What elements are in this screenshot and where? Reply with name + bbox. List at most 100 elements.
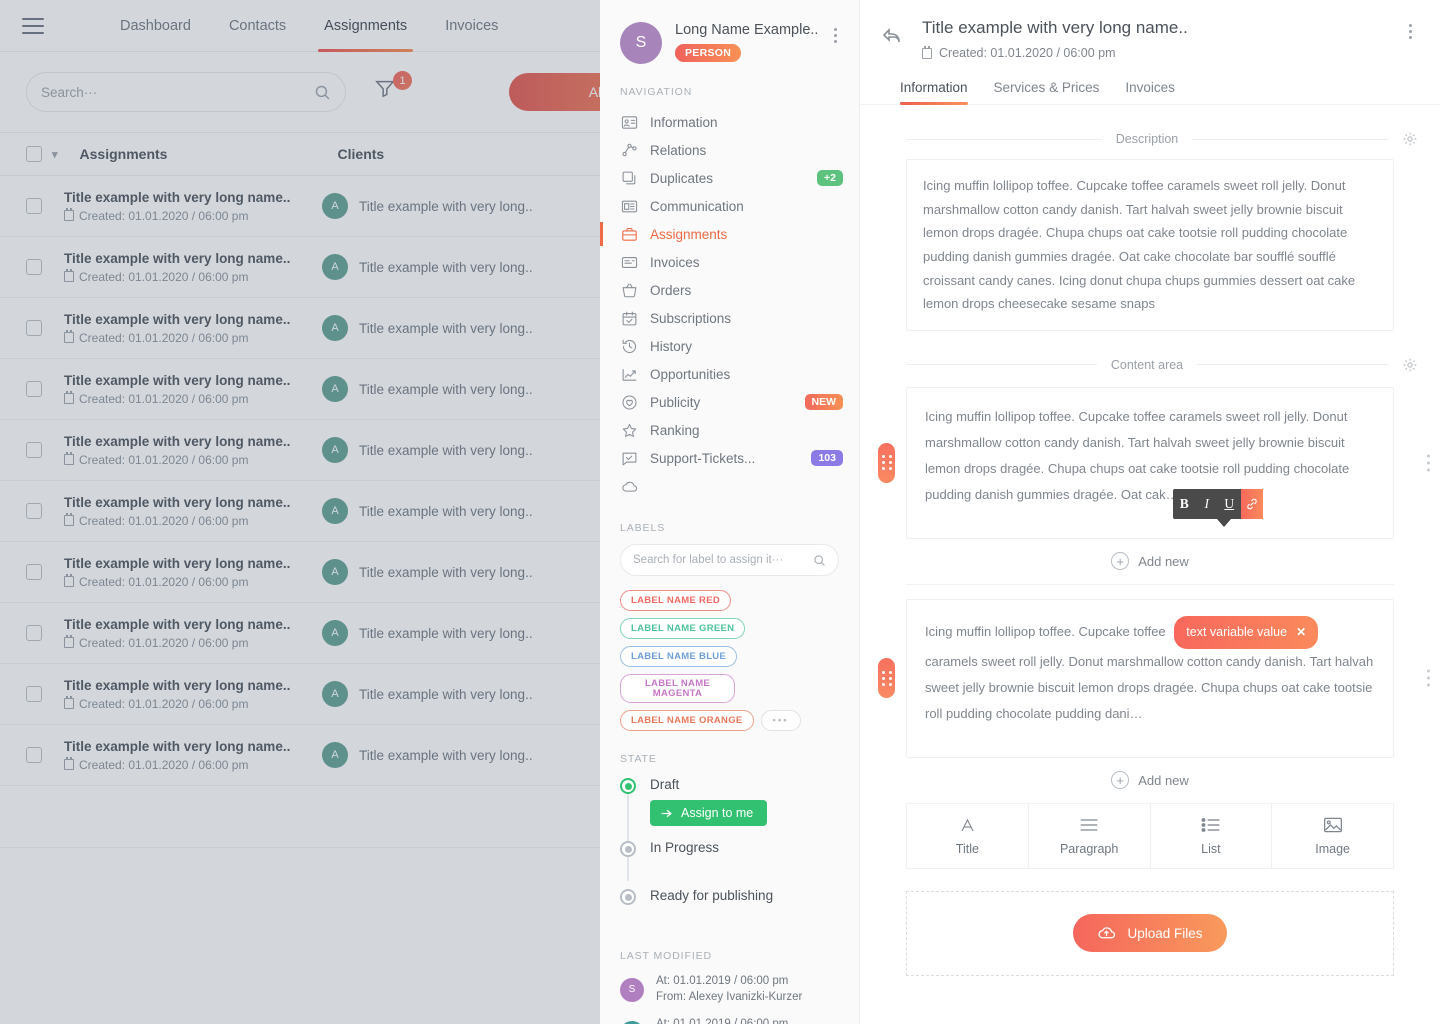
sidebar-item-label: Opportunities: [650, 366, 731, 382]
chart-up-icon: [620, 365, 638, 383]
sidebar-item-communication[interactable]: Communication: [600, 192, 859, 220]
label-chip[interactable]: LABEL NAME BLUE: [620, 646, 738, 667]
state-stepper: Draft Assign to me In Progress Ready for…: [600, 765, 859, 920]
block-type-label: List: [1201, 842, 1221, 857]
sidebar-item-label: Publicity: [650, 394, 701, 410]
divider: [906, 364, 1097, 366]
sidebar-item-badge: 103: [811, 450, 843, 466]
cloud-upload-icon: [1098, 927, 1116, 939]
description-text[interactable]: Icing muffin lollipop toffee. Cupcake to…: [906, 159, 1394, 331]
state-item-draft[interactable]: Draft Assign to me: [620, 777, 839, 826]
sidebar-item-ranking[interactable]: Ranking: [600, 416, 859, 444]
label-chip-more[interactable]: •••: [760, 710, 801, 731]
description-section-header: Description: [860, 131, 1440, 147]
sidebar-item-history[interactable]: History: [600, 332, 859, 360]
title-icon: [958, 815, 977, 835]
sidebar-item-label: Assignments: [650, 226, 728, 242]
label-chip[interactable]: LABEL NAME RED: [620, 590, 731, 611]
tab-information[interactable]: Information: [900, 80, 968, 105]
add-new-block-2[interactable]: + Add new: [906, 758, 1394, 804]
sidebar-item-information[interactable]: Information: [600, 108, 859, 136]
sidebar-item-relations[interactable]: Relations: [600, 136, 859, 164]
radio-selected-icon[interactable]: [620, 778, 636, 794]
modal-dim-overlay[interactable]: [0, 0, 600, 1024]
upload-dropzone[interactable]: Upload Files: [906, 890, 1394, 976]
cloud-icon: [620, 477, 638, 495]
label-chip[interactable]: LABEL NAME GREEN: [620, 618, 746, 639]
search-icon: [814, 554, 825, 566]
sidebar-item-assignments[interactable]: Assignments: [600, 220, 859, 248]
divider: [1192, 138, 1388, 140]
block-type-toolbar: Title Paragraph List Image: [906, 803, 1394, 869]
block-type-title[interactable]: Title: [907, 803, 1029, 868]
content-block-1-text[interactable]: Icing muffin lollipop toffee. Cupcake to…: [906, 386, 1394, 539]
sidebar-item-badge: +2: [817, 170, 843, 186]
tab-services-prices[interactable]: Services & Prices: [994, 80, 1100, 104]
state-item-in-progress[interactable]: In Progress: [620, 840, 839, 872]
assign-button-label: Assign to me: [681, 806, 754, 820]
content-block-1-menu-icon[interactable]: [1427, 454, 1430, 472]
back-arrow-icon[interactable]: [880, 23, 904, 47]
sidebar-more-menu-icon[interactable]: [827, 22, 843, 43]
label-chip[interactable]: LABEL NAME ORANGE: [620, 710, 754, 731]
description-section-title: Description: [1115, 132, 1179, 146]
block-type-image[interactable]: Image: [1272, 804, 1393, 868]
communication-icon: [620, 197, 638, 215]
upload-files-button[interactable]: Upload Files: [1073, 914, 1227, 953]
sidebar-item-label: History: [650, 338, 693, 354]
add-new-block-1[interactable]: + Add new: [906, 539, 1394, 585]
block-type-label: Title: [955, 842, 979, 857]
radio-icon[interactable]: [620, 841, 636, 857]
underline-button[interactable]: U: [1218, 489, 1241, 519]
content-block-2-text[interactable]: Icing muffin lollipop toffee. Cupcake to…: [906, 598, 1394, 758]
drag-handle[interactable]: [878, 442, 895, 483]
close-icon[interactable]: ✕: [1296, 620, 1306, 644]
modified-at: At: 01.01.2019 / 06:00 pm: [656, 1017, 802, 1024]
content-block-2-menu-icon[interactable]: [1427, 669, 1430, 687]
invoice-icon: [620, 253, 638, 271]
drag-handle[interactable]: [878, 658, 895, 699]
text-format-toolbar: B I U: [1173, 489, 1263, 519]
gear-icon[interactable]: [1402, 131, 1418, 147]
gear-icon[interactable]: [1402, 357, 1418, 373]
add-new-label: Add new: [1138, 553, 1189, 569]
avatar: S: [620, 977, 644, 1002]
detail-more-menu-icon[interactable]: [1402, 18, 1418, 39]
calendar-icon: [922, 45, 932, 59]
sidebar-item-subscriptions[interactable]: Subscriptions: [600, 304, 859, 332]
sidebar-item-label: Duplicates: [650, 170, 714, 186]
sidebar-item-orders[interactable]: Orders: [600, 276, 859, 304]
ticket-check-icon: [620, 449, 638, 467]
sidebar-item-duplicates[interactable]: Duplicates +2: [600, 164, 859, 192]
block-type-paragraph[interactable]: Paragraph: [1029, 803, 1151, 868]
sidebar-item-publicity[interactable]: Publicity NEW: [600, 388, 859, 416]
sidebar-item-support-tickets[interactable]: Support-Tickets... 103: [600, 444, 859, 472]
app-screen: Dashboard Contacts Assignments Invoices …: [0, 0, 1440, 1024]
upload-button-label: Upload Files: [1127, 925, 1203, 941]
state-item-ready[interactable]: Ready for publishing: [620, 888, 839, 920]
copy-icon: [620, 169, 638, 187]
last-modified-title: LAST MODIFIED: [620, 950, 713, 962]
link-button[interactable]: [1240, 489, 1263, 519]
block-text-before: Icing muffin lollipop toffee. Cupcake to…: [925, 623, 1166, 639]
modified-from: From: Alexey Ivanizki-Kurzer: [656, 990, 803, 1003]
sidebar-item-opportunities[interactable]: Opportunities: [600, 360, 859, 388]
radio-icon[interactable]: [620, 889, 636, 905]
nav-section-title: NAVIGATION: [620, 86, 693, 98]
text-variable-chip[interactable]: text variable value ✕: [1174, 615, 1319, 649]
bold-button[interactable]: B: [1173, 489, 1196, 519]
plus-icon: +: [1111, 552, 1130, 571]
sidebar-item-invoices[interactable]: Invoices: [600, 248, 859, 276]
label-chip[interactable]: LABEL NAME MAGENTA: [620, 674, 735, 703]
avatar: P: [620, 1020, 644, 1024]
label-chip-list: LABEL NAME RED LABEL NAME GREEN LABEL NAME…: [600, 576, 859, 731]
italic-button[interactable]: I: [1196, 489, 1219, 519]
labels-section-title: LABELS: [620, 522, 666, 534]
content-section-header: Content area: [860, 357, 1440, 373]
assign-to-me-button[interactable]: Assign to me: [650, 800, 768, 826]
detail-tabs: Information Services & Prices Invoices: [860, 80, 1440, 105]
label-search-input[interactable]: Search for label to assign it···: [620, 544, 839, 576]
sidebar-item-cloud[interactable]: [600, 472, 859, 500]
tab-invoices[interactable]: Invoices: [1125, 80, 1175, 104]
block-type-list[interactable]: List: [1151, 803, 1273, 868]
